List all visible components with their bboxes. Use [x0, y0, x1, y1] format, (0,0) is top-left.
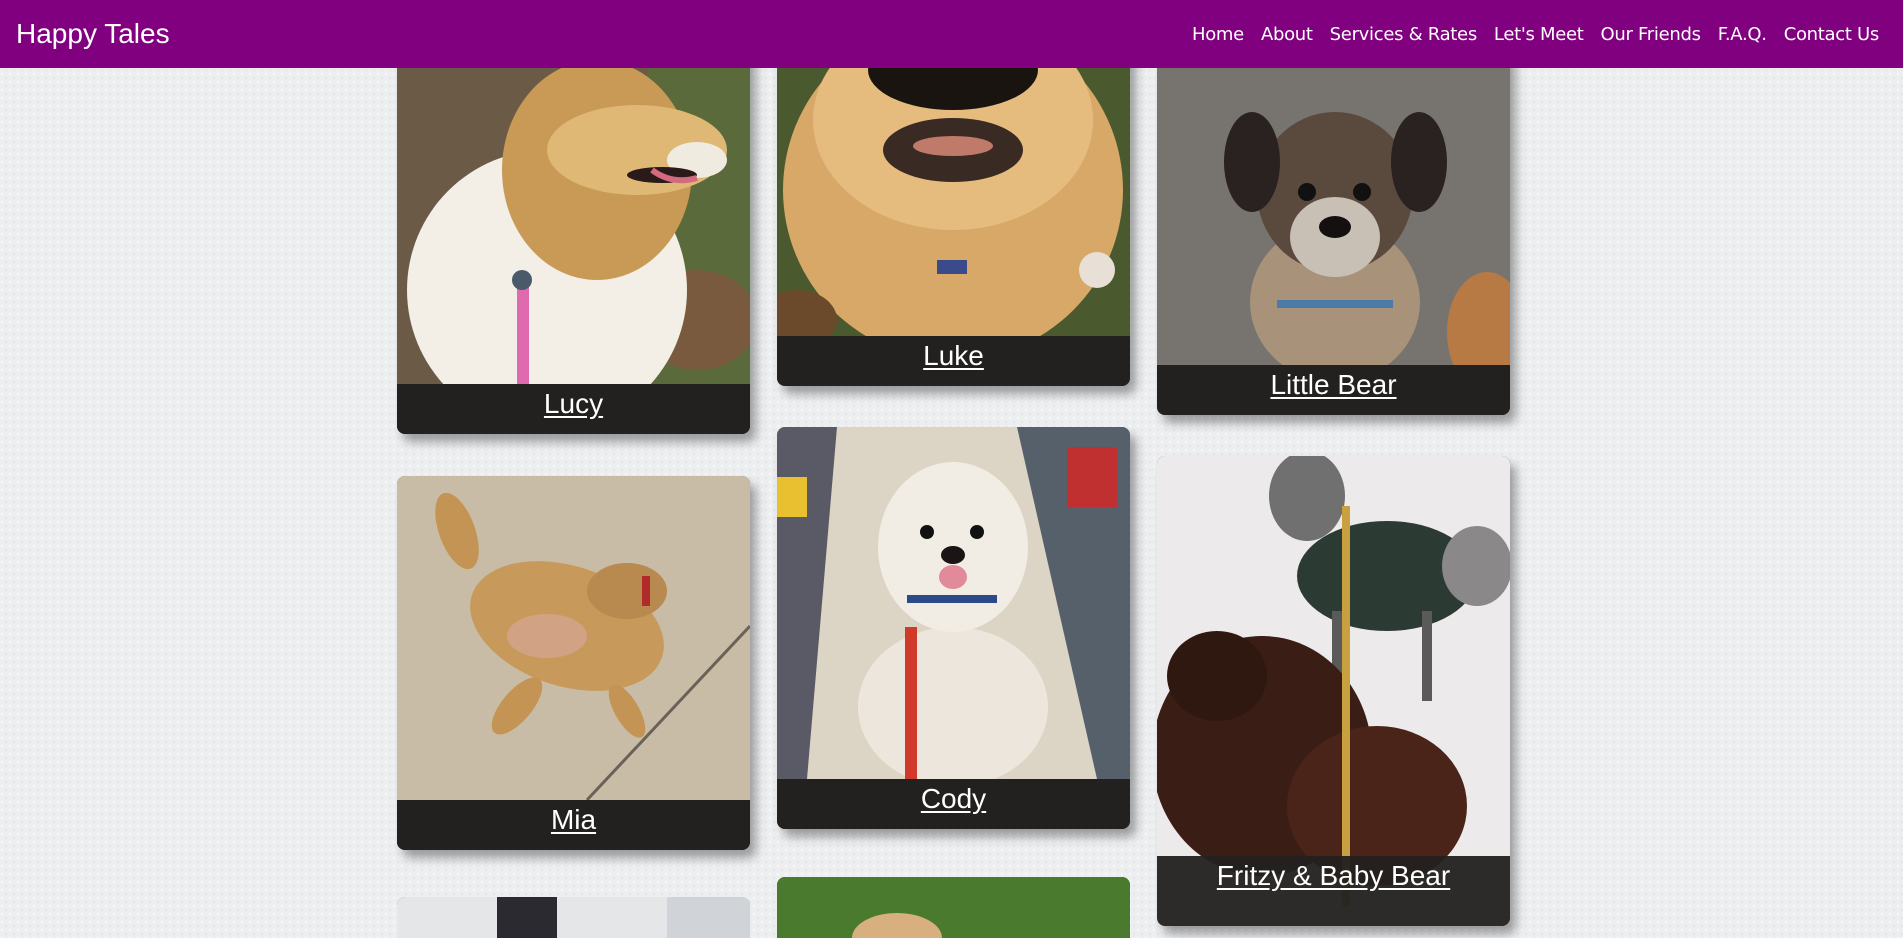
friend-card-fritzy-baby-bear[interactable]: Fritzy & Baby Bear — [1157, 456, 1510, 926]
nav-lets-meet[interactable]: Let's Meet — [1494, 24, 1584, 45]
friend-link-fritzy-baby-bear[interactable]: Fritzy & Baby Bear — [1217, 860, 1450, 891]
brand-link[interactable]: Happy Tales — [16, 0, 170, 68]
friend-card-lucy[interactable]: Lucy — [397, 20, 750, 434]
nav-about[interactable]: About — [1261, 24, 1313, 45]
friend-card-partial-1[interactable] — [397, 897, 750, 938]
friend-card-little-bear[interactable]: Little Bear — [1157, 52, 1510, 415]
friend-link-lucy[interactable]: Lucy — [544, 388, 603, 419]
nav-services-rates[interactable]: Services & Rates — [1330, 24, 1478, 45]
nav-faq[interactable]: F.A.Q. — [1718, 24, 1767, 45]
little-bear-photo — [1157, 52, 1510, 365]
navbar: Happy Tales Home About Services & Rates … — [0, 0, 1903, 68]
nav-contact-us[interactable]: Contact Us — [1784, 24, 1880, 45]
friend-link-little-bear[interactable]: Little Bear — [1270, 369, 1396, 400]
partial-2-photo — [777, 877, 1130, 938]
fritzy-baby-bear-caption: Fritzy & Baby Bear — [1157, 856, 1510, 906]
friend-card-cody[interactable]: Cody — [777, 427, 1130, 829]
friend-card-partial-2[interactable] — [777, 877, 1130, 938]
friend-card-luke[interactable]: Luke — [777, 20, 1130, 386]
lucy-photo — [397, 20, 750, 384]
partial-1-photo — [397, 897, 750, 938]
cody-photo — [777, 427, 1130, 779]
mia-caption: Mia — [397, 800, 750, 850]
cody-caption: Cody — [777, 779, 1130, 829]
fritzy-baby-bear-photo — [1157, 456, 1510, 906]
luke-caption: Luke — [777, 336, 1130, 386]
friend-link-cody[interactable]: Cody — [921, 783, 986, 814]
nav-our-friends[interactable]: Our Friends — [1601, 24, 1701, 45]
nav-links: Home About Services & Rates Let's Meet O… — [1192, 0, 1879, 68]
mia-photo — [397, 476, 750, 800]
nav-home[interactable]: Home — [1192, 24, 1244, 45]
little-bear-caption: Little Bear — [1157, 365, 1510, 415]
friend-link-luke[interactable]: Luke — [923, 340, 984, 371]
friend-card-mia[interactable]: Mia — [397, 476, 750, 850]
lucy-caption: Lucy — [397, 384, 750, 434]
friend-link-mia[interactable]: Mia — [551, 804, 596, 835]
